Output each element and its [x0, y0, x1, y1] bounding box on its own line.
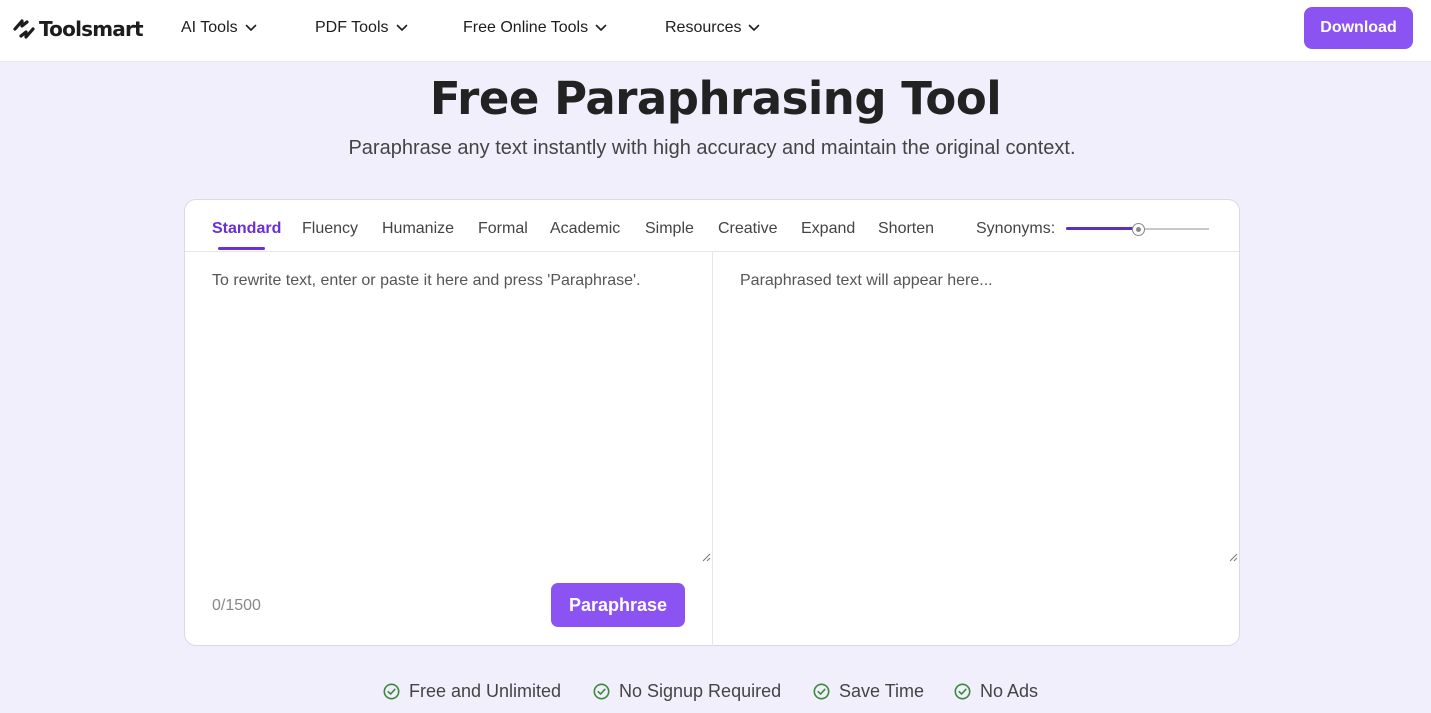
- slider-thumb[interactable]: [1132, 223, 1145, 236]
- feature-no-ads: No Ads: [954, 681, 1038, 702]
- logo[interactable]: Toolsmart: [12, 16, 144, 42]
- nav-label: Free Online Tools: [463, 19, 589, 36]
- check-circle-icon: [383, 683, 400, 700]
- tab-formal[interactable]: Formal: [478, 220, 528, 238]
- nav-ai-tools[interactable]: AI Tools: [181, 17, 257, 39]
- character-counter: 0/1500: [212, 597, 261, 614]
- check-circle-icon: [954, 683, 971, 700]
- chevron-down-icon: [396, 24, 407, 31]
- paraphrase-button[interactable]: Paraphrase: [551, 583, 685, 627]
- chevron-down-icon: [595, 24, 607, 31]
- nav-label: PDF Tools: [315, 19, 389, 36]
- resize-grip-icon[interactable]: [1228, 552, 1238, 562]
- synonyms-slider[interactable]: [1066, 222, 1209, 236]
- synonyms-label: Synonyms:: [976, 220, 1056, 237]
- feature-save-time: Save Time: [813, 681, 924, 702]
- active-tab-indicator: [218, 247, 265, 250]
- nav-label: Resources: [665, 19, 742, 36]
- nav-pdf-tools[interactable]: PDF Tools: [315, 17, 408, 39]
- page-title: Free Paraphrasing Tool: [429, 72, 1002, 125]
- paraphraser-card: Standard Fluency Humanize Formal Academi…: [184, 199, 1240, 646]
- nav-resources[interactable]: Resources: [665, 17, 760, 39]
- tab-academic[interactable]: Academic: [550, 220, 620, 238]
- tab-expand[interactable]: Expand: [801, 220, 855, 238]
- slider-fill: [1066, 227, 1138, 230]
- logo-text: Toolsmart: [39, 17, 144, 41]
- feature-no-signup: No Signup Required: [593, 681, 781, 702]
- download-button[interactable]: Download: [1304, 7, 1413, 49]
- nav-free-online-tools[interactable]: Free Online Tools: [463, 17, 607, 39]
- page-subtitle: Paraphrase any text instantly with high …: [348, 137, 1076, 159]
- tab-standard[interactable]: Standard: [212, 220, 281, 238]
- tab-fluency[interactable]: Fluency: [302, 220, 358, 238]
- nav-label: AI Tools: [181, 19, 238, 36]
- tab-shorten[interactable]: Shorten: [878, 220, 934, 238]
- check-circle-icon: [813, 683, 830, 700]
- resize-grip-icon[interactable]: [701, 552, 711, 562]
- pane-divider: [712, 252, 713, 646]
- top-navbar: Toolsmart AI Tools PDF Tools Free Online…: [0, 0, 1431, 62]
- feature-label: No Ads: [980, 681, 1039, 701]
- tab-humanize[interactable]: Humanize: [382, 220, 454, 238]
- tab-creative[interactable]: Creative: [718, 220, 778, 238]
- tab-simple[interactable]: Simple: [645, 220, 694, 238]
- feature-label: Free and Unlimited: [409, 681, 562, 701]
- chevron-down-icon: [749, 24, 760, 31]
- check-circle-icon: [593, 683, 610, 700]
- feature-free-unlimited: Free and Unlimited: [383, 681, 561, 702]
- chevron-down-icon: [245, 24, 256, 31]
- output-textarea[interactable]: Paraphrased text will appear here...: [740, 272, 993, 290]
- feature-label: Save Time: [839, 681, 925, 701]
- feature-label: No Signup Required: [619, 681, 782, 701]
- input-textarea[interactable]: To rewrite text, enter or paste it here …: [212, 272, 641, 290]
- logo-mark-icon: [13, 19, 35, 39]
- mode-tabs: Standard Fluency Humanize Formal Academi…: [185, 200, 1239, 252]
